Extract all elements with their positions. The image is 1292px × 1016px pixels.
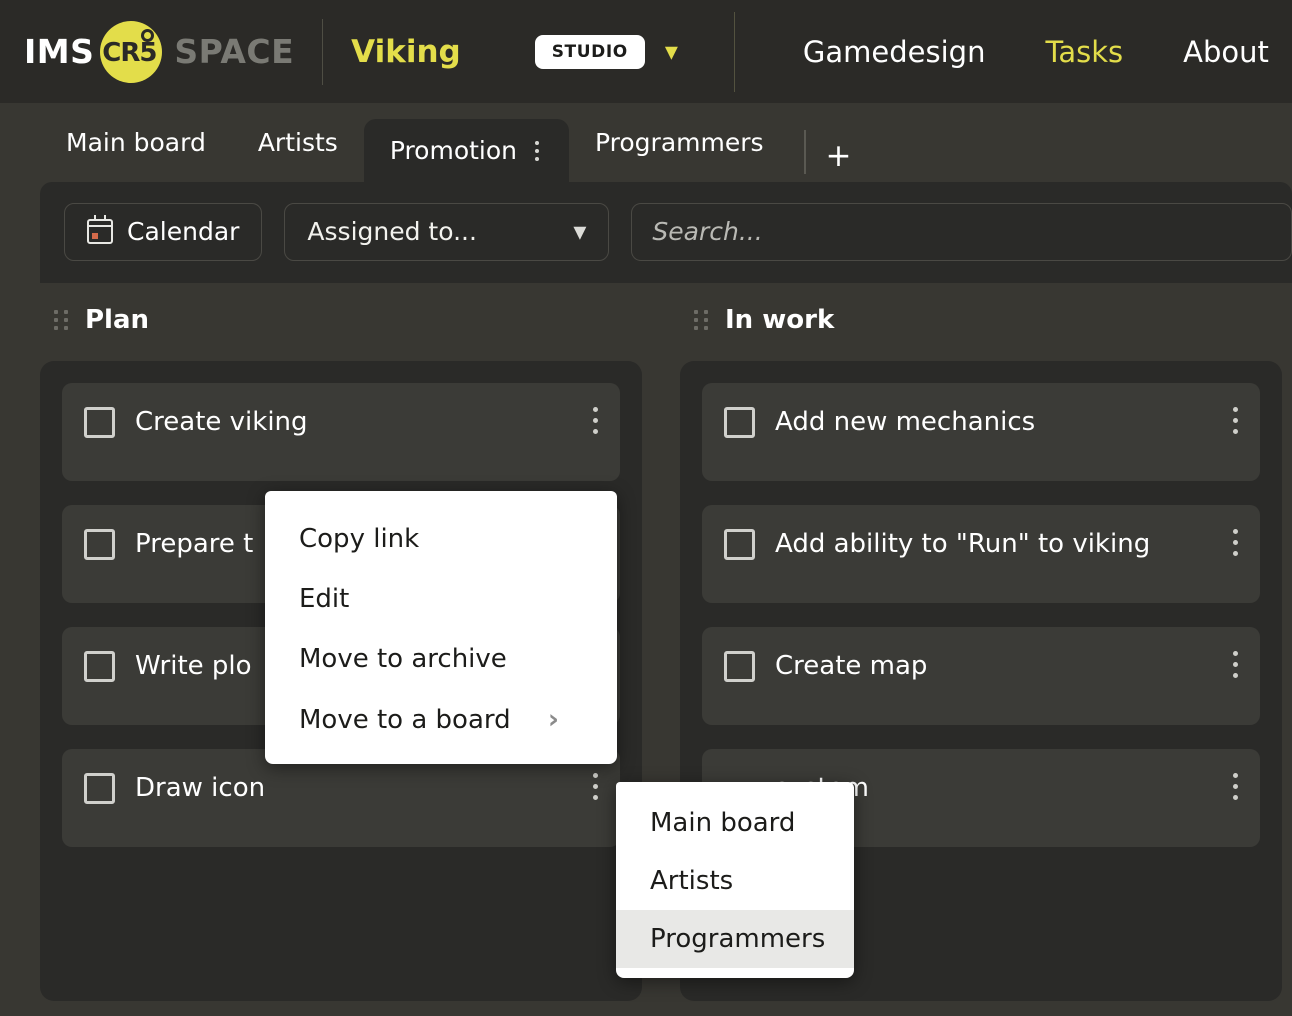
submenu-item-artists[interactable]: Artists	[616, 852, 854, 910]
task-checkbox[interactable]	[724, 651, 755, 682]
tab-label: Main board	[66, 128, 206, 157]
task-title: Draw icon	[135, 773, 266, 803]
assigned-to-dropdown[interactable]: Assigned to... ▾	[284, 202, 610, 261]
tab-main-board[interactable]: Main board	[40, 103, 232, 182]
column-title: In work	[725, 305, 835, 335]
task-menu-icon[interactable]	[593, 773, 598, 800]
task-menu-icon[interactable]	[1233, 773, 1238, 800]
task-menu-icon[interactable]	[1233, 407, 1238, 434]
tab-label: Promotion	[389, 136, 518, 165]
board-toolbar: Calendar Assigned to... ▾ Search...	[40, 182, 1292, 283]
task-title: Write plo	[135, 651, 252, 681]
menu-item-label: Move to archive	[299, 644, 507, 674]
brand-logo[interactable]: IMS CR5 SPACE	[24, 20, 295, 83]
task-card[interactable]: Create map	[702, 627, 1260, 725]
task-card[interactable]: Add ability to "Run" to viking	[702, 505, 1260, 603]
tab-menu-icon[interactable]	[531, 139, 543, 163]
add-board-button[interactable]: +	[820, 138, 866, 182]
nav-item-tasks[interactable]: Tasks	[1045, 35, 1123, 69]
tab-promotion[interactable]: Promotion	[363, 119, 570, 182]
menu-item-label: Move to a board	[299, 704, 511, 735]
tab-label: Artists	[257, 128, 338, 157]
chevron-down-icon[interactable]: ▾	[665, 39, 678, 65]
tab-programmers[interactable]: Programmers	[569, 103, 790, 182]
task-title: Create viking	[135, 407, 308, 437]
task-card[interactable]: Add new mechanics	[702, 383, 1260, 481]
search-placeholder: Search...	[652, 217, 763, 246]
submenu-item-label: Programmers	[650, 924, 826, 954]
menu-item-edit[interactable]: Edit	[265, 569, 617, 629]
chevron-down-icon: ▾	[573, 216, 587, 247]
submenu-item-label: Artists	[650, 866, 734, 896]
menu-item-copy-link[interactable]: Copy link	[265, 509, 617, 569]
brand-space-text: SPACE	[174, 32, 295, 71]
tab-label: Programmers	[595, 128, 764, 157]
drag-handle-icon[interactable]	[54, 310, 69, 330]
task-checkbox[interactable]	[84, 651, 115, 682]
header-divider-2	[733, 11, 735, 92]
move-to-board-submenu: Main board Artists Programmers	[616, 782, 854, 978]
task-title: Prepare t	[135, 529, 254, 559]
task-title: Create map	[775, 651, 928, 681]
workspace-badge[interactable]: STUDIO	[534, 34, 645, 69]
board-tabs: Main board Artists Promotion Programmers…	[0, 103, 1292, 182]
column-title: Plan	[85, 305, 150, 335]
header-divider-1	[322, 18, 324, 85]
submenu-item-main-board[interactable]: Main board	[616, 794, 854, 852]
task-checkbox[interactable]	[84, 407, 115, 438]
task-checkbox[interactable]	[84, 773, 115, 804]
top-header: IMS CR5 SPACE Viking STUDIO ▾ Gamedesign…	[0, 0, 1292, 103]
project-name[interactable]: Viking	[351, 34, 461, 70]
nav-item-gamedesign[interactable]: Gamedesign	[803, 35, 986, 69]
calendar-icon	[87, 215, 113, 244]
task-checkbox[interactable]	[84, 529, 115, 560]
task-card[interactable]: Create viking	[62, 383, 620, 481]
menu-item-move-to-archive[interactable]: Move to archive	[265, 629, 617, 689]
drag-handle-icon[interactable]	[694, 310, 709, 330]
main-nav: Gamedesign Tasks About	[803, 35, 1269, 69]
assigned-to-value: Assigned to...	[307, 217, 477, 246]
task-checkbox[interactable]	[724, 529, 755, 560]
task-context-menu: Copy link Edit Move to archive Move to a…	[265, 491, 617, 764]
task-menu-icon[interactable]	[1233, 651, 1238, 678]
menu-item-label: Copy link	[299, 524, 420, 554]
column-header[interactable]: In work	[680, 305, 1282, 335]
column-header[interactable]: Plan	[40, 305, 642, 335]
chevron-right-icon: ›	[547, 704, 559, 735]
calendar-button[interactable]: Calendar	[64, 202, 263, 261]
submenu-item-label: Main board	[650, 808, 796, 838]
nav-item-about[interactable]: About	[1183, 35, 1269, 69]
calendar-label: Calendar	[127, 217, 240, 246]
search-input[interactable]: Search...	[631, 202, 1292, 261]
task-checkbox[interactable]	[724, 407, 755, 438]
cr5-logo-text: CR5	[102, 37, 157, 68]
menu-item-move-to-a-board[interactable]: Move to a board ›	[265, 689, 617, 750]
tab-artists[interactable]: Artists	[232, 103, 364, 182]
menu-item-label: Edit	[299, 584, 350, 614]
task-title: Add new mechanics	[775, 407, 1036, 437]
cr5-logo-icon: CR5	[100, 20, 163, 83]
submenu-item-programmers[interactable]: Programmers	[616, 910, 854, 968]
task-title: Add ability to "Run" to viking	[775, 529, 1151, 559]
task-menu-icon[interactable]	[1233, 529, 1238, 556]
logo-dot-icon	[141, 28, 155, 42]
task-menu-icon[interactable]	[593, 407, 598, 434]
brand-ims-text: IMS	[24, 32, 95, 71]
tab-separator	[803, 130, 806, 174]
